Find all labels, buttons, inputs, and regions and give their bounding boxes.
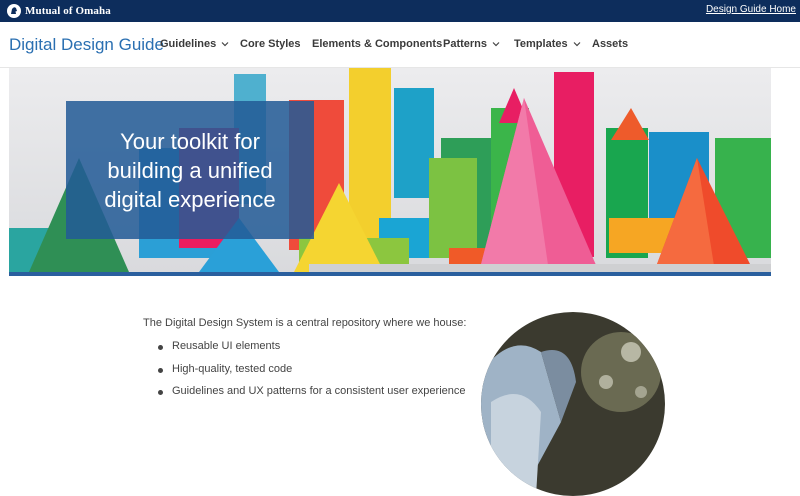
chevron-down-icon <box>492 42 500 47</box>
nav-item-assets[interactable]: Assets <box>592 38 628 50</box>
nav-item-core-styles[interactable]: Core Styles <box>240 38 301 50</box>
hero-headline: Your toolkit for building a unified digi… <box>104 128 276 212</box>
site-title[interactable]: Digital Design Guide <box>9 35 164 55</box>
indian-head-logo-icon <box>7 4 21 18</box>
list-item: Reusable UI elements <box>158 340 466 363</box>
nav-item-elements-components[interactable]: Elements & Components <box>312 38 442 50</box>
nav-item-label: Guidelines <box>160 38 217 50</box>
design-guide-home-link[interactable]: Design Guide Home <box>706 4 796 15</box>
list-item: Guidelines and UX patterns for a consist… <box>158 385 466 408</box>
nav-item-templates[interactable]: Templates <box>514 38 581 50</box>
hero-message-panel: Your toolkit for building a unified digi… <box>66 101 314 239</box>
feature-list: Reusable UI elements High-quality, teste… <box>158 340 466 408</box>
person-photo <box>481 312 665 496</box>
logo-text: Mutual of Omaha <box>25 5 111 17</box>
company-logo[interactable]: Mutual of Omaha <box>7 3 111 19</box>
list-item: High-quality, tested code <box>158 363 466 386</box>
top-utility-bar: Mutual of Omaha Design Guide Home <box>0 0 800 22</box>
intro-text: The Digital Design System is a central r… <box>143 317 467 329</box>
nav-item-label: Elements & Components <box>312 38 443 50</box>
nav-item-label: Assets <box>592 38 629 50</box>
nav-item-label: Core Styles <box>240 38 301 50</box>
chevron-down-icon <box>573 42 581 47</box>
main-navigation: Digital Design Guide Guidelines Core Sty… <box>0 22 800 68</box>
chevron-down-icon <box>221 42 229 47</box>
nav-item-guidelines[interactable]: Guidelines <box>160 38 229 50</box>
nav-item-patterns[interactable]: Patterns <box>443 38 500 50</box>
hero-accent-bar <box>9 272 771 276</box>
nav-item-label: Templates <box>514 38 568 50</box>
nav-item-label: Patterns <box>443 38 488 50</box>
